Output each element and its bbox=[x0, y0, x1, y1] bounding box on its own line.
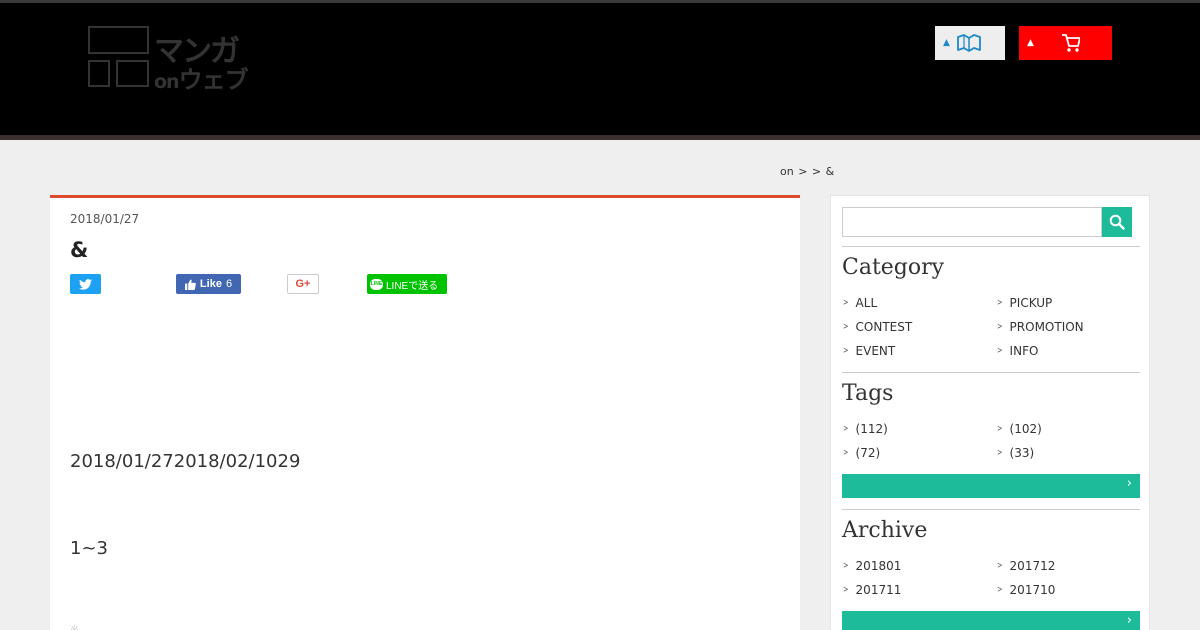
line-share-button[interactable]: LINE LINEで送る bbox=[367, 274, 447, 294]
chevron-right-icon: › bbox=[1126, 613, 1132, 628]
chevron-right-icon: > bbox=[843, 298, 849, 308]
logo-panel bbox=[116, 60, 149, 87]
caret-up-icon: ▲ bbox=[943, 37, 950, 48]
category-item-contest[interactable]: > CONTEST bbox=[842, 320, 912, 334]
google-plus-label: G+ bbox=[295, 278, 311, 290]
line-icon: LINE bbox=[370, 278, 383, 290]
cart-icon bbox=[1061, 34, 1080, 52]
category-item-all[interactable]: > ALL bbox=[842, 296, 877, 310]
divider bbox=[842, 372, 1140, 373]
facebook-like-count: 6 bbox=[225, 278, 233, 290]
tag-item[interactable]: > (112) bbox=[842, 422, 888, 436]
category-item-promotion[interactable]: > PROMOTION bbox=[996, 320, 1084, 334]
chevron-right-icon: > bbox=[997, 448, 1003, 458]
cart-button[interactable]: ▲ bbox=[1019, 26, 1112, 60]
divider bbox=[842, 509, 1140, 510]
chevron-right-icon: > bbox=[997, 585, 1003, 595]
tag-item[interactable]: > (33) bbox=[996, 446, 1034, 460]
article-paragraph-partial: ※ bbox=[70, 623, 80, 630]
facebook-like-button[interactable]: Like 6 bbox=[176, 274, 241, 294]
search-icon bbox=[1109, 214, 1125, 230]
archive-item[interactable]: >201712 bbox=[996, 559, 1055, 573]
google-plus-share-button[interactable]: G+ bbox=[287, 274, 319, 294]
tags-more-button[interactable]: › bbox=[842, 474, 1140, 498]
category-item-info[interactable]: > INFO bbox=[996, 344, 1038, 358]
article-paragraph: 2018/01/272018/02/1029 bbox=[70, 451, 301, 472]
search-input[interactable] bbox=[842, 207, 1102, 237]
thumbs-up-icon bbox=[184, 278, 196, 290]
article-paragraph: 1~3 bbox=[70, 538, 108, 559]
search-button[interactable] bbox=[1102, 207, 1132, 237]
caret-up-icon: ▲ bbox=[1027, 37, 1034, 48]
logo-panel bbox=[88, 60, 110, 87]
line-share-label: LINEで送る bbox=[386, 280, 439, 292]
archive-more-button[interactable]: › bbox=[842, 611, 1140, 630]
chevron-right-icon: > bbox=[997, 346, 1003, 356]
post-title: & bbox=[70, 238, 89, 262]
chevron-right-icon: > bbox=[997, 424, 1003, 434]
article-card: 2018/01/27 & Like 6 G+ LINE LINEで送る 2018… bbox=[50, 195, 800, 630]
logo-text-onweb: onウェブ bbox=[154, 66, 249, 94]
post-date: 2018/01/27 bbox=[70, 212, 140, 226]
site-header: マンガ onウェブ ▲ ▲ bbox=[0, 0, 1200, 140]
tag-item[interactable]: > (72) bbox=[842, 446, 880, 460]
chevron-right-icon: > bbox=[997, 298, 1003, 308]
category-item-pickup[interactable]: > PICKUP bbox=[996, 296, 1052, 310]
site-logo[interactable]: マンガ onウェブ bbox=[88, 24, 253, 94]
chevron-right-icon: > bbox=[843, 585, 849, 595]
twitter-icon bbox=[79, 278, 92, 290]
chevron-right-icon: > bbox=[997, 322, 1003, 332]
tag-item[interactable]: > (102) bbox=[996, 422, 1042, 436]
chevron-right-icon: > bbox=[997, 561, 1003, 571]
chevron-right-icon: > bbox=[843, 322, 849, 332]
breadcrumb[interactable]: on > > & bbox=[780, 165, 834, 178]
sidebar: Category > ALL > PICKUP > CONTEST > PROMOTIO… bbox=[830, 195, 1150, 630]
chevron-right-icon: > bbox=[843, 346, 849, 356]
chevron-right-icon: > bbox=[843, 448, 849, 458]
chevron-right-icon: > bbox=[843, 424, 849, 434]
divider bbox=[842, 246, 1140, 247]
logo-panel bbox=[88, 26, 149, 54]
archive-item[interactable]: >201710 bbox=[996, 583, 1055, 597]
category-heading: Category bbox=[842, 255, 945, 280]
archive-item[interactable]: >201711 bbox=[842, 583, 901, 597]
chevron-right-icon: > bbox=[843, 561, 849, 571]
archive-item[interactable]: >201801 bbox=[842, 559, 901, 573]
archive-heading: Archive bbox=[842, 518, 928, 543]
category-item-event[interactable]: > EVENT bbox=[842, 344, 895, 358]
book-icon bbox=[957, 34, 981, 52]
read-button[interactable]: ▲ bbox=[935, 26, 1005, 60]
tags-heading: Tags bbox=[842, 381, 894, 406]
chevron-right-icon: › bbox=[1126, 476, 1132, 491]
facebook-like-label: Like bbox=[199, 278, 222, 290]
twitter-share-button[interactable] bbox=[70, 274, 101, 294]
